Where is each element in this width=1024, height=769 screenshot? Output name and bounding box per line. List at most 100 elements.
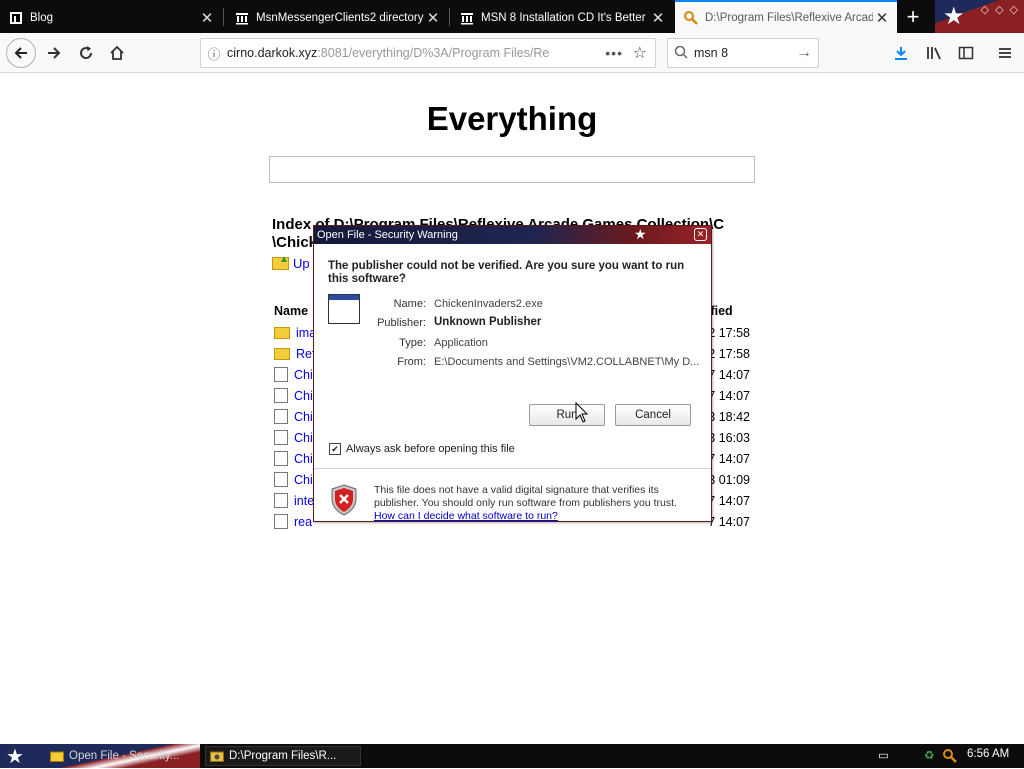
- file-name-link[interactable]: rea: [294, 515, 312, 529]
- taskbar-item-security-dialog[interactable]: Open File - Security...: [46, 746, 196, 766]
- file-name-link[interactable]: Chi: [294, 368, 313, 382]
- library-button[interactable]: [921, 39, 947, 67]
- info-icon[interactable]: ⓘ: [201, 44, 227, 63]
- folder-icon: [50, 750, 64, 762]
- search-key-icon: [683, 10, 699, 26]
- tab-title: D:\Program Files\Reflexive Arcade: [705, 11, 873, 24]
- maximize-icon[interactable]: ◇: [995, 3, 1003, 16]
- file-date: 7 14:07: [708, 493, 750, 508]
- folder-up-icon: [272, 254, 289, 270]
- dialog-body: The publisher could not be verified. Are…: [314, 244, 711, 522]
- forward-button[interactable]: [40, 39, 68, 67]
- file-name-link[interactable]: Chi: [294, 410, 313, 424]
- downloads-button[interactable]: [888, 39, 914, 67]
- blog-icon: [8, 10, 24, 26]
- taskbar-item-label: D:\Program Files\R...: [229, 750, 337, 762]
- mouse-cursor-icon: [575, 402, 589, 423]
- dialog-title-bar[interactable]: Open File - Security Warning ★ ✕: [314, 226, 711, 244]
- tab-program-files[interactable]: D:\Program Files\Reflexive Arcade ✕: [675, 0, 897, 33]
- dialog-title: Open File - Security Warning: [317, 229, 458, 241]
- close-icon[interactable]: ✕: [873, 9, 891, 27]
- publisher-label: Publisher:: [377, 317, 426, 329]
- dialog-question: The publisher could not be verified. Are…: [328, 260, 685, 285]
- type-value: Application: [434, 337, 488, 349]
- keyboard-icon[interactable]: ▭: [878, 748, 889, 762]
- security-warning-dialog: Open File - Security Warning ★ ✕ The pub…: [313, 225, 712, 522]
- search-go-icon[interactable]: →: [796, 44, 812, 62]
- file-name-link[interactable]: Chi: [294, 389, 313, 403]
- close-window-icon[interactable]: ◇: [1010, 3, 1018, 16]
- run-button[interactable]: Run: [529, 404, 605, 426]
- file-icon: [274, 388, 288, 403]
- menu-button[interactable]: [992, 39, 1018, 67]
- file-date: 7 14:07: [708, 451, 750, 466]
- tab-strip: Blog ✕ MsnMessengerClients2 directory l …: [0, 0, 1024, 33]
- network-icon[interactable]: ♻: [924, 748, 934, 762]
- new-tab-button[interactable]: +: [900, 4, 926, 30]
- start-star-icon[interactable]: ★: [6, 744, 24, 769]
- taskbar-item-program-files[interactable]: D:\Program Files\R...: [205, 746, 361, 766]
- tab-msnmessengerclients[interactable]: MsnMessengerClients2 directory l ✕: [226, 2, 448, 33]
- file-name-link[interactable]: Chi: [294, 452, 313, 466]
- from-label: From:: [397, 356, 426, 368]
- column-header-name[interactable]: Name: [274, 304, 308, 318]
- home-button[interactable]: [103, 39, 131, 67]
- tab-msn8-cd[interactable]: MSN 8 Installation CD It's Better W ✕: [451, 2, 673, 33]
- file-name-link[interactable]: Chi: [294, 431, 313, 445]
- taskbar-item-label: Open File - Security...: [69, 750, 180, 762]
- dialog-divider: [314, 468, 711, 469]
- cancel-button[interactable]: Cancel: [615, 404, 691, 426]
- up-link[interactable]: Up: [272, 254, 310, 271]
- always-ask-checkbox[interactable]: ✔: [329, 443, 341, 455]
- reload-button[interactable]: [72, 39, 100, 67]
- close-icon[interactable]: ✕: [649, 9, 667, 27]
- taskbar: ★ Open File - Security... D:\Program Fil…: [0, 744, 1024, 768]
- explorer-icon: [210, 750, 224, 762]
- shield-warning-icon: [331, 484, 357, 516]
- archive-icon: [459, 10, 475, 26]
- always-ask-label: Always ask before opening this file: [346, 443, 515, 455]
- search-icon: [668, 45, 694, 62]
- back-arrow-icon: [14, 47, 27, 59]
- back-button[interactable]: [6, 38, 36, 68]
- sidebar-icon: [958, 46, 974, 60]
- search-bar[interactable]: msn 8 →: [667, 38, 819, 68]
- minimize-icon[interactable]: ◇: [981, 3, 989, 16]
- library-icon: [927, 47, 941, 60]
- file-icon: [274, 493, 288, 508]
- file-icon: [274, 451, 288, 466]
- bookmark-star-icon[interactable]: ☆: [633, 43, 647, 63]
- search-tray-icon[interactable]: [942, 748, 958, 767]
- dialog-close-icon[interactable]: ✕: [694, 228, 707, 241]
- file-date: 3 18:42: [708, 409, 750, 424]
- warning-text: This file does not have a valid digital …: [374, 484, 677, 509]
- url-bar[interactable]: ⓘ cirno.darkok.xyz:8081/everything/D%3A/…: [200, 38, 656, 68]
- search-input-value: msn 8: [694, 46, 729, 60]
- tab-title: MsnMessengerClients2 directory l: [256, 11, 424, 24]
- close-icon[interactable]: ✕: [424, 9, 442, 27]
- file-date: 2 17:58: [708, 346, 750, 361]
- file-date: 2 17:58: [708, 325, 750, 340]
- everything-search-input[interactable]: [269, 156, 755, 183]
- from-value: E:\Documents and Settings\VM2.COLLABNET\…: [434, 356, 700, 368]
- name-value: ChickenInvaders2.exe: [434, 298, 543, 310]
- tab-title: MSN 8 Installation CD It's Better W: [481, 11, 649, 24]
- forward-arrow-icon: [48, 47, 61, 59]
- file-date: 7 14:07: [708, 514, 750, 529]
- close-icon[interactable]: ✕: [198, 9, 216, 27]
- file-name-link[interactable]: inte: [294, 494, 314, 508]
- tab-blog[interactable]: Blog ✕: [0, 2, 222, 33]
- page-actions-icon[interactable]: •••: [605, 45, 623, 61]
- help-link[interactable]: How can I decide what software to run?: [374, 510, 558, 522]
- tab-title: Blog: [30, 11, 54, 24]
- star-icon: ★: [943, 3, 965, 30]
- name-label: Name:: [393, 298, 426, 310]
- hamburger-menu-icon: [999, 48, 1011, 58]
- file-date: 7 14:07: [708, 367, 750, 382]
- download-icon: [895, 47, 907, 60]
- clock[interactable]: 6:56 AM: [967, 748, 1009, 760]
- navigation-bar: ⓘ cirno.darkok.xyz:8081/everything/D%3A/…: [0, 33, 1024, 73]
- always-ask-checkbox-row[interactable]: ✔ Always ask before opening this file: [329, 443, 515, 455]
- sidebar-button[interactable]: [953, 39, 979, 67]
- file-name-link[interactable]: Chi: [294, 473, 313, 487]
